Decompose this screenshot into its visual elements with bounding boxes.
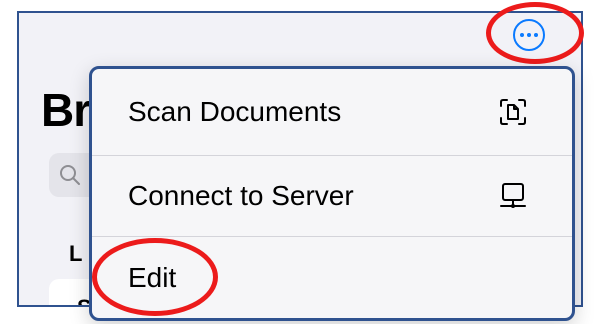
menu-item-scan-documents[interactable]: Scan Documents — [92, 69, 572, 155]
search-icon — [60, 165, 80, 185]
ellipsis-icon-dot — [520, 33, 524, 37]
page-title: Br — [41, 84, 91, 136]
section-header: L — [69, 241, 83, 266]
ellipsis-icon-dot — [534, 33, 538, 37]
menu-item-label: Connect to Server — [128, 180, 354, 211]
menu-item-connect-to-server[interactable]: Connect to Server — [92, 156, 572, 236]
menu-item-edit[interactable]: Edit — [92, 237, 572, 318]
doc-viewfinder-icon — [498, 97, 528, 127]
desktop-computer-icon — [498, 181, 528, 211]
more-options-button[interactable] — [513, 19, 545, 51]
context-menu: Scan Documents Connect to Server Edit — [89, 66, 575, 321]
menu-item-label: Edit — [128, 262, 177, 293]
menu-item-label: Scan Documents — [128, 96, 342, 127]
ellipsis-icon-dot — [527, 33, 531, 37]
